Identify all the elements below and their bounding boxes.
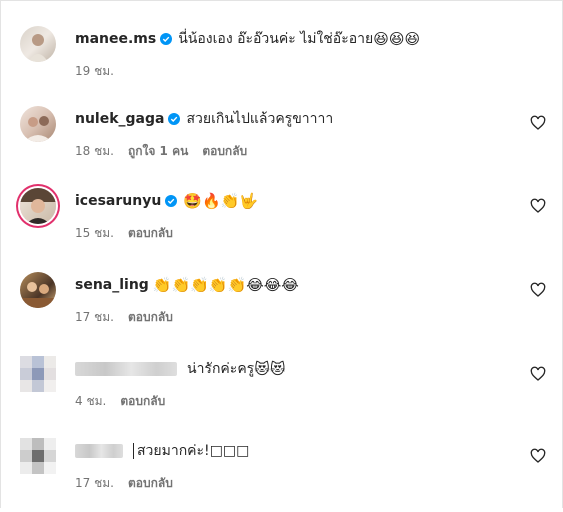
comment-text: สวยมากค่ะ!	[137, 443, 210, 459]
heart-outline-icon[interactable]	[530, 115, 546, 131]
comment-item: สวยมากค่ะ! □□□ 17 ชม. ตอบกลับ	[0, 432, 563, 512]
avatar-image	[24, 116, 52, 142]
heart-outline-icon[interactable]	[530, 282, 546, 298]
comment-time[interactable]: 19 ชม.	[75, 62, 114, 81]
heart-outline-icon[interactable]	[530, 366, 546, 382]
comment-emojis: 😆😆😆	[373, 30, 421, 48]
avatar-image	[20, 188, 56, 224]
heart-outline-icon[interactable]	[530, 198, 546, 214]
reply-button[interactable]: ตอบกลับ	[128, 308, 173, 327]
comment-username[interactable]: sena_ling	[75, 276, 149, 294]
avatar-pixelated[interactable]	[20, 356, 56, 392]
comment-time[interactable]: 4 ชม.	[75, 392, 106, 411]
likes-count[interactable]: ถูกใจ 1 คน	[128, 142, 188, 161]
comment-item: น่ารักค่ะครู 😻😻 4 ชม. ตอบกลับ	[0, 350, 563, 430]
avatar[interactable]	[20, 272, 56, 308]
comment-username[interactable]: nulek_gaga	[75, 110, 164, 128]
avatar-image	[20, 282, 56, 308]
comment-emojis: 😻😻	[254, 360, 286, 378]
reply-button[interactable]: ตอบกลับ	[120, 392, 165, 411]
avatar-pixelated[interactable]	[20, 438, 56, 474]
verified-badge-icon	[168, 113, 181, 125]
heart-outline-icon[interactable]	[530, 448, 546, 464]
comment-item: nulek_gaga สวยเกินไปแล้วครูขาาาา 18 ชม. …	[0, 100, 563, 180]
comment-emojis: 👏👏👏👏👏😂😂😂	[152, 276, 299, 294]
comment-username[interactable]: icesarunyu	[75, 192, 161, 210]
avatar[interactable]	[20, 106, 56, 142]
comment-time[interactable]: 18 ชม.	[75, 142, 114, 161]
comment-emojis: □□□	[209, 443, 250, 459]
text-cursor	[133, 443, 134, 459]
comment-time[interactable]: 17 ชม.	[75, 308, 114, 327]
username-redacted[interactable]	[75, 362, 177, 376]
comment-time[interactable]: 15 ชม.	[75, 224, 114, 243]
username-redacted[interactable]	[75, 444, 123, 458]
verified-badge-icon	[165, 195, 178, 207]
reply-button[interactable]: ตอบกลับ	[128, 224, 173, 243]
comment-text: น่ารักค่ะครู	[187, 361, 255, 377]
comment-item: sena_ling 👏👏👏👏👏😂😂😂 17 ชม. ตอบกลับ	[0, 266, 563, 346]
reply-button[interactable]: ตอบกลับ	[202, 142, 247, 161]
comment-emojis: 🤩🔥👏🤟	[183, 192, 259, 210]
avatar[interactable]	[20, 26, 56, 62]
avatar[interactable]	[20, 188, 56, 224]
comment-item: manee.ms นี่น้องเอง อ๊ะอ๊วนค่ะ ไม่ใช่อ๊ะ…	[0, 20, 563, 100]
reply-button[interactable]: ตอบกลับ	[128, 474, 173, 493]
comment-text: นี่น้องเอง อ๊ะอ๊วนค่ะ ไม่ใช่อ๊ะอาย	[178, 31, 374, 47]
comment-item: icesarunyu 🤩🔥👏🤟 15 ชม. ตอบกลับ	[0, 182, 563, 262]
verified-badge-icon	[160, 33, 173, 45]
comment-text: สวยเกินไปแล้วครูขาาาา	[186, 111, 334, 127]
comment-username[interactable]: manee.ms	[75, 30, 156, 48]
comment-time[interactable]: 17 ชม.	[75, 474, 114, 493]
avatar-image	[28, 34, 48, 62]
